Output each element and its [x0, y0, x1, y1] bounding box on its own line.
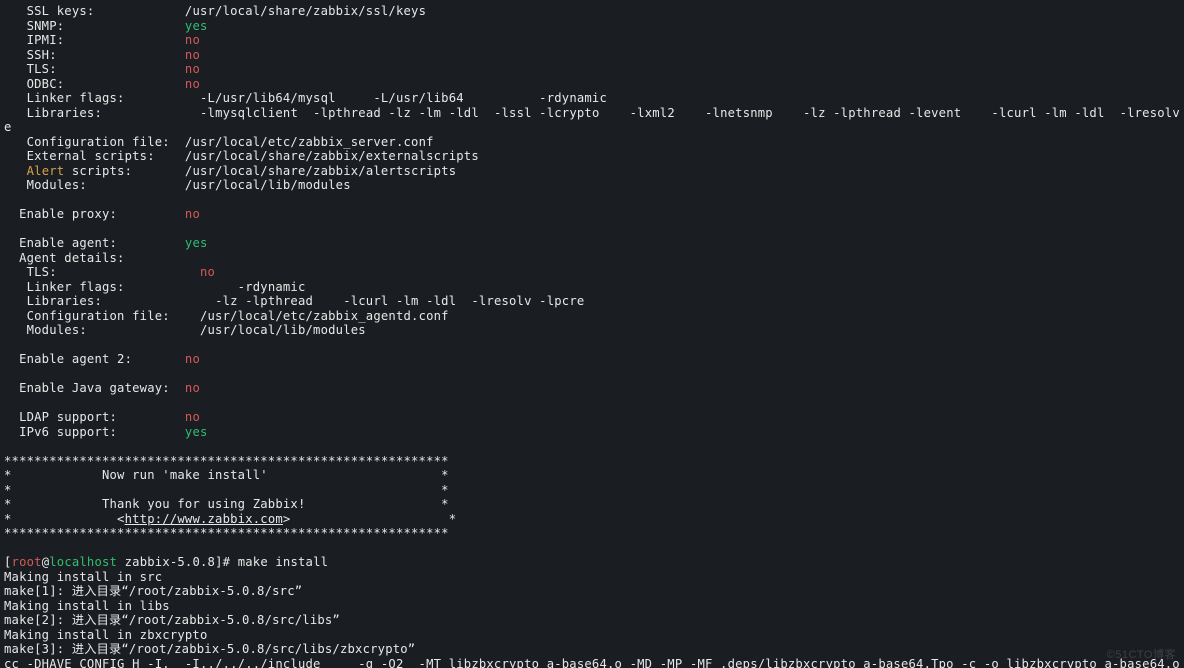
zabbix-url: http://www.zabbix.com [125, 512, 283, 526]
config-line-cont: e [4, 120, 12, 134]
make-output: make[1]: 进入目录“/root/zabbix-5.0.8/src” [4, 584, 302, 598]
config-line: Linker flags: -rdynamic [4, 280, 306, 294]
config-line: Libraries: -lz -lpthread -lcurl -lm -ldl… [4, 294, 584, 308]
config-line: Enable agent: yes [4, 236, 208, 250]
config-line: SNMP: yes [4, 19, 208, 33]
make-output: make[3]: 进入目录“/root/zabbix-5.0.8/src/lib… [4, 642, 415, 656]
shell-prompt[interactable]: [root@localhost zabbix-5.0.8]# make inst… [4, 555, 328, 569]
config-line: SSL keys: /usr/local/share/zabbix/ssl/ke… [4, 4, 426, 18]
banner-line: * * [4, 483, 449, 497]
banner-line: * <http://www.zabbix.com> * [4, 512, 456, 526]
config-line: Modules: /usr/local/lib/modules [4, 178, 351, 192]
make-output: Making install in zbxcrypto [4, 628, 208, 642]
config-line: Agent details: [4, 251, 125, 265]
config-line: Configuration file: /usr/local/etc/zabbi… [4, 135, 434, 149]
make-output: make[2]: 进入目录“/root/zabbix-5.0.8/src/lib… [4, 613, 340, 627]
banner-line: ****************************************… [4, 526, 449, 540]
banner-line: * Thank you for using Zabbix! * [4, 497, 449, 511]
watermark: ©51CTO博客 [1107, 646, 1176, 662]
config-line: Linker flags: -L/usr/lib64/mysql -L/usr/… [4, 91, 607, 105]
config-line: ODBC: no [4, 77, 200, 91]
config-line: Libraries: -lmysqlclient -lpthread -lz -… [4, 106, 1184, 120]
config-line: Enable Java gateway: no [4, 381, 200, 395]
banner-line: ****************************************… [4, 454, 449, 468]
config-line: Modules: /usr/local/lib/modules [4, 323, 366, 337]
config-line: TLS: no [4, 265, 215, 279]
config-line: IPMI: no [4, 33, 200, 47]
make-output: Making install in src [4, 570, 162, 584]
make-output: Making install in libs [4, 599, 170, 613]
config-line: Enable agent 2: no [4, 352, 200, 366]
config-line: Alert scripts: /usr/local/share/zabbix/a… [4, 164, 456, 178]
terminal-output: SSL keys: /usr/local/share/zabbix/ssl/ke… [0, 0, 1184, 668]
config-line: IPv6 support: yes [4, 425, 208, 439]
config-line: TLS: no [4, 62, 200, 76]
config-line: Enable proxy: no [4, 207, 200, 221]
config-line: External scripts: /usr/local/share/zabbi… [4, 149, 479, 163]
config-line: SSH: no [4, 48, 200, 62]
banner-line: * Now run 'make install' * [4, 468, 449, 482]
config-line: LDAP support: no [4, 410, 200, 424]
make-output: cc -DHAVE_CONFIG_H -I. -I../../../includ… [4, 657, 1184, 668]
config-line: Configuration file: /usr/local/etc/zabbi… [4, 309, 449, 323]
